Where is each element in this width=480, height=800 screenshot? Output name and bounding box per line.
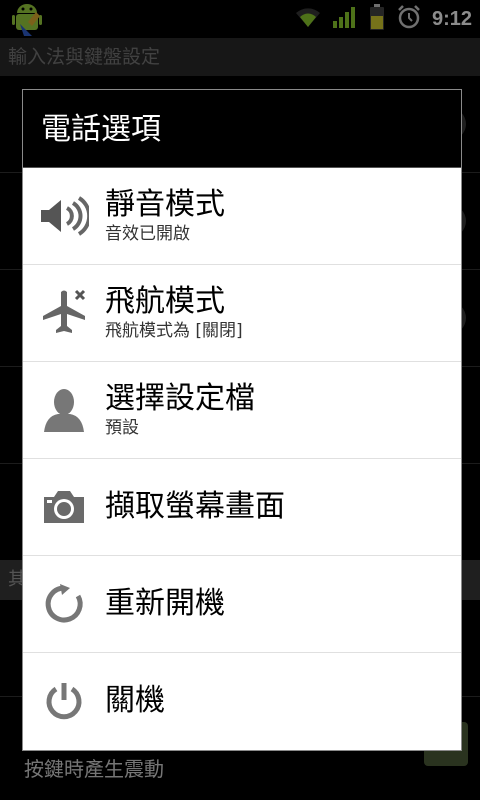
item-label: 選擇設定檔 <box>105 381 255 416</box>
select-profile-item[interactable]: 選擇設定檔 預設 <box>23 362 461 459</box>
item-label: 重新開機 <box>105 586 225 621</box>
airplane-icon <box>23 288 105 338</box>
item-label: 擷取螢幕畫面 <box>105 489 285 524</box>
item-sublabel: 飛航模式為 [關閉] <box>105 321 243 341</box>
silent-mode-item[interactable]: 靜音模式 音效已開啟 <box>23 168 461 265</box>
item-label: 關機 <box>105 683 165 718</box>
reboot-icon <box>23 583 105 625</box>
airplane-mode-item[interactable]: 飛航模式 飛航模式為 [關閉] <box>23 265 461 362</box>
volume-icon <box>23 196 105 236</box>
item-sublabel: 預設 <box>105 418 139 438</box>
reboot-item[interactable]: 重新開機 <box>23 556 461 653</box>
item-label: 靜音模式 <box>105 187 225 222</box>
item-label: 飛航模式 <box>105 284 225 319</box>
profile-icon <box>23 386 105 434</box>
camera-icon <box>23 489 105 525</box>
item-sublabel: 音效已開啟 <box>105 224 190 244</box>
phone-options-dialog: 電話選項 靜音模式 音效已開啟 飛航模式 飛航模式為 [關閉] 選擇設定檔 預設… <box>22 89 462 751</box>
power-off-item[interactable]: 關機 <box>23 653 461 749</box>
dialog-title: 電話選項 <box>23 90 461 168</box>
power-icon <box>23 680 105 722</box>
screenshot-item[interactable]: 擷取螢幕畫面 <box>23 459 461 556</box>
